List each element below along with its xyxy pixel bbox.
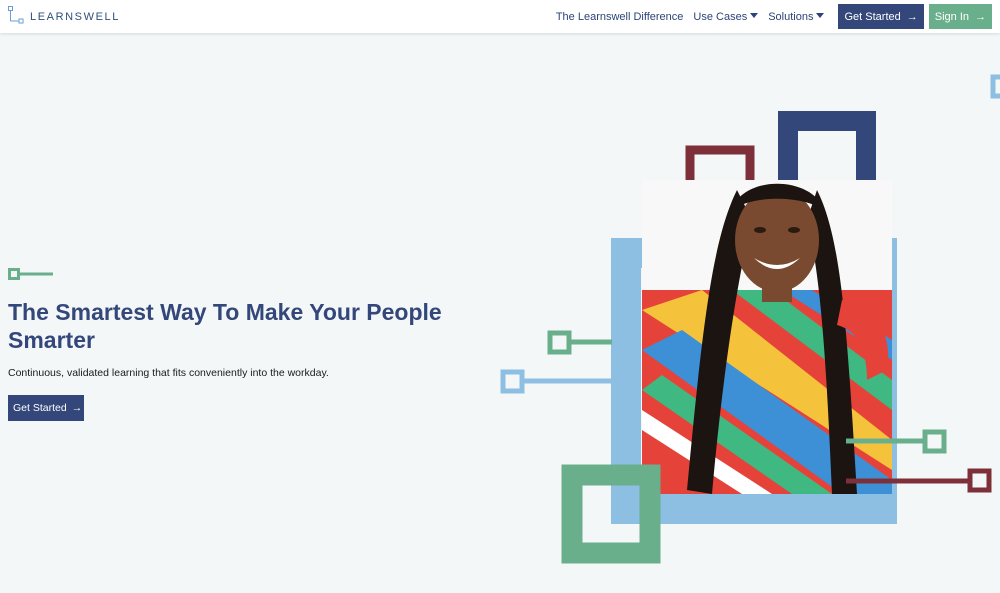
green-large-square-decoration xyxy=(561,464,661,564)
green-connector-square xyxy=(547,330,572,355)
hero-connector-decoration xyxy=(8,268,53,280)
hero-photo xyxy=(642,180,892,494)
arrow-right-icon: → xyxy=(975,10,986,23)
arrow-right-icon: → xyxy=(906,10,918,23)
brand-logo[interactable]: LEARNSWELL xyxy=(8,6,120,26)
green-right-connector-square xyxy=(922,429,947,454)
learnswell-logo-icon xyxy=(8,6,24,24)
hero-subtitle: Continuous, validated learning that fits… xyxy=(8,367,329,379)
caret-down-icon xyxy=(750,12,759,18)
main-nav: The Learnswell Difference Use Cases Solu… xyxy=(556,0,1000,33)
nav-learnswell-difference[interactable]: The Learnswell Difference xyxy=(556,11,684,23)
header-get-started-button[interactable]: Get Started → xyxy=(838,4,924,29)
hero-get-started-button[interactable]: Get Started → xyxy=(8,395,84,421)
top-nav-bar: LEARNSWELL The Learnswell Difference Use… xyxy=(0,0,1000,33)
sign-in-button[interactable]: Sign In → xyxy=(928,4,992,29)
hero-title: The Smartest Way To Make Your People Sma… xyxy=(8,299,442,353)
sign-in-label: Sign In xyxy=(934,10,969,23)
nav-solutions-label: Solutions xyxy=(768,10,814,23)
brand-name: LEARNSWELL xyxy=(30,11,120,23)
arrow-right-icon: → xyxy=(71,402,83,414)
edge-blue-square-decoration xyxy=(990,74,1000,99)
blue-connector-square xyxy=(500,369,525,394)
maroon-right-connector-square xyxy=(967,468,992,493)
nav-use-cases[interactable]: Use Cases xyxy=(693,10,759,23)
caret-down-icon xyxy=(816,12,825,18)
hero-get-started-label: Get Started xyxy=(13,402,67,414)
nav-solutions[interactable]: Solutions xyxy=(768,10,825,23)
person-illustration xyxy=(642,180,892,494)
header-get-started-label: Get Started xyxy=(844,10,901,23)
nav-use-cases-label: Use Cases xyxy=(693,10,748,23)
